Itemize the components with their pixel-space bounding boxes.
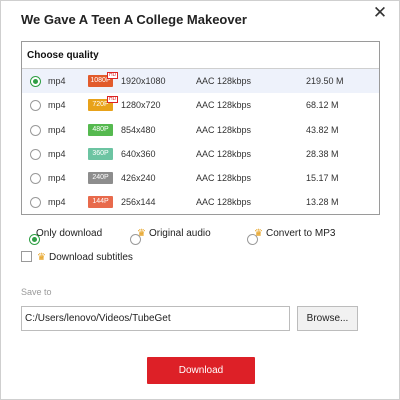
quality-list: Choose quality mp4 1080P HD 1920x1080 AAC 12…	[21, 41, 380, 215]
resolution-label: 1280x720	[121, 100, 161, 111]
browse-button[interactable]: Browse...	[297, 306, 358, 331]
resolution-label: 426x240	[121, 173, 156, 184]
audio-label: AAC 128kbps	[196, 76, 252, 86]
hd-badge: HD	[107, 96, 119, 104]
quality-row[interactable]: mp4 480P 854x480 AAC 128kbps 43.82 M	[22, 118, 379, 142]
download-subtitles-checkbox[interactable]	[21, 251, 32, 262]
only-download-option[interactable]: Only download	[21, 227, 103, 245]
save-path-input[interactable]	[21, 306, 290, 331]
close-icon[interactable]: ✕	[371, 3, 389, 23]
quality-rows: mp4 1080P HD 1920x1080 AAC 128kbps 219.50 Mmp…	[22, 69, 379, 215]
download-subtitles-option[interactable]: ♛ Download subtitles	[21, 251, 133, 263]
quality-radio[interactable]	[30, 148, 41, 160]
format-label: mp4	[48, 76, 66, 86]
dialog-title: We Gave A Teen A College Makeover	[21, 12, 247, 27]
download-button[interactable]: Download	[147, 357, 255, 384]
format-label: mp4	[48, 124, 66, 135]
convert-mp3-label: Convert to MP3	[265, 228, 336, 239]
only-download-radio[interactable]	[29, 234, 40, 245]
size-label: 68.12 M	[306, 100, 339, 111]
download-dialog: We Gave A Teen A College Makeover ✕ Choo…	[0, 0, 400, 400]
convert-mp3-radio[interactable]	[247, 234, 258, 245]
resolution-label: 640x360	[121, 148, 156, 159]
quality-header: Choose quality	[22, 42, 379, 69]
size-label: 13.28 M	[306, 197, 339, 208]
resolution-label: 256x144	[121, 197, 156, 208]
convert-mp3-option[interactable]: ♛ Convert to MP3	[239, 227, 336, 245]
resolution-label: 1920x1080	[121, 76, 166, 86]
quality-radio[interactable]	[30, 124, 41, 136]
hd-badge: HD	[107, 72, 119, 79]
size-label: 43.82 M	[306, 124, 339, 135]
format-label: mp4	[48, 100, 66, 111]
quality-row[interactable]: mp4 360P 640x360 AAC 128kbps 28.38 M	[22, 142, 379, 166]
format-label: mp4	[48, 148, 66, 159]
resolution-badge: 360P	[88, 147, 113, 160]
quality-radio[interactable]	[30, 197, 41, 209]
audio-label: AAC 128kbps	[196, 100, 252, 111]
size-label: 15.17 M	[306, 173, 339, 184]
quality-row[interactable]: mp4 720P HD 1280x720 AAC 128kbps 68.12 M	[22, 93, 379, 117]
quality-radio[interactable]	[30, 76, 41, 87]
original-audio-radio[interactable]	[130, 234, 141, 245]
audio-label: AAC 128kbps	[196, 197, 252, 208]
format-label: mp4	[48, 197, 66, 208]
save-to-label: Save to	[21, 287, 52, 297]
audio-label: AAC 128kbps	[196, 124, 252, 135]
quality-row[interactable]: mp4 1080P HD 1920x1080 AAC 128kbps 219.50 M	[22, 69, 379, 94]
crown-icon: ♛	[37, 252, 46, 263]
original-audio-option[interactable]: ♛ Original audio	[122, 227, 211, 245]
only-download-label: Only download	[36, 228, 103, 239]
audio-label: AAC 128kbps	[196, 148, 252, 159]
quality-radio[interactable]	[30, 173, 41, 185]
format-label: mp4	[48, 173, 66, 184]
resolution-badge: 144P	[88, 196, 113, 209]
size-label: 219.50 M	[306, 76, 344, 86]
resolution-badge: 480P	[88, 123, 113, 136]
download-subtitles-label: Download subtitles	[48, 252, 133, 263]
quality-row[interactable]: mp4 144P 256x144 AAC 128kbps 13.28 M	[22, 190, 379, 214]
quality-radio[interactable]	[30, 100, 41, 112]
audio-label: AAC 128kbps	[196, 173, 252, 184]
original-audio-label: Original audio	[148, 228, 211, 239]
size-label: 28.38 M	[306, 148, 339, 159]
resolution-badge: 240P	[88, 172, 113, 185]
quality-row[interactable]: mp4 240P 426x240 AAC 128kbps 15.17 M	[22, 166, 379, 190]
resolution-label: 854x480	[121, 124, 156, 135]
